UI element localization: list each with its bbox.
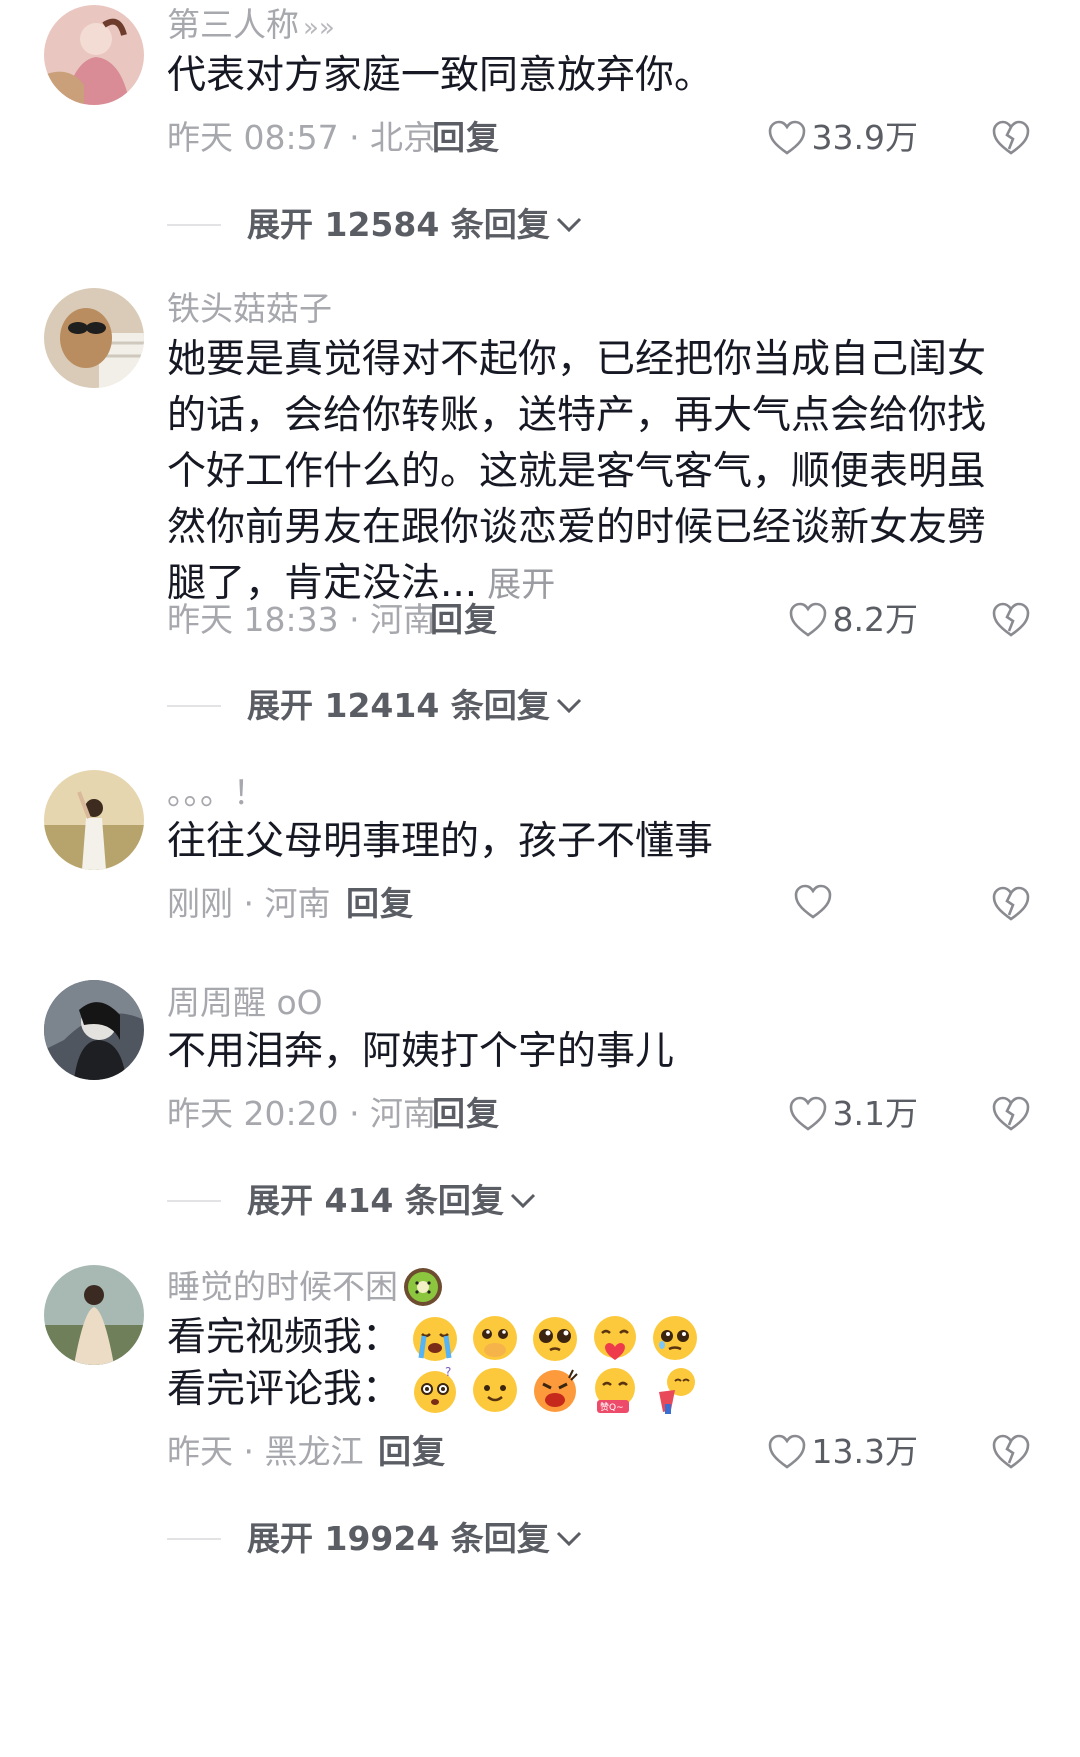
covering-mouth-emoji [469, 1312, 521, 1364]
reply-button[interactable]: 回复 [378, 1432, 446, 1472]
reply-button[interactable]: 回复 [346, 884, 414, 924]
username-text[interactable]: 睡觉的时候不困 [167, 1266, 398, 1308]
heart-outline-icon [789, 1096, 826, 1131]
dislike-button[interactable] [992, 1433, 1030, 1471]
comment-meta: 刚刚 · 河南 [167, 884, 331, 923]
line-label: 看完评论我： [167, 1367, 402, 1412]
like-count: 3.1万 [832, 1094, 918, 1133]
heart-outline-icon [794, 884, 832, 919]
kiwi-emoji [402, 1266, 444, 1308]
like-button[interactable]: 8.2万 [789, 600, 918, 640]
avatar[interactable] [44, 1265, 144, 1365]
emoji-line-2: 看完评论我： ? 赞Q~ [167, 1362, 701, 1418]
expand-replies-label[interactable]: 展开 12584 条回复 [247, 205, 550, 245]
reply-button[interactable]: 回复 [430, 600, 498, 640]
expand-replies-label[interactable]: 展开 12414 条回复 [247, 686, 550, 726]
broken-heart-icon [992, 1434, 1030, 1469]
heart-outline-icon [768, 120, 805, 155]
expand-replies[interactable]: 展开 414 条回复 [167, 1181, 538, 1221]
like-button[interactable]: 13.3万 [768, 1432, 918, 1472]
comment-meta: 昨天 18:33 · 河南 [167, 600, 437, 639]
heart-outline-icon [789, 602, 826, 637]
like-button[interactable] [794, 884, 838, 920]
comment-meta: 昨天 · 黑龙江 [167, 1432, 364, 1471]
teary-emoji [649, 1312, 701, 1364]
reply-button[interactable]: 回复 [432, 118, 500, 158]
username[interactable]: 周周醒 oO [167, 982, 323, 1024]
chevron-down-icon [556, 1531, 581, 1547]
like-button[interactable]: 33.9万 [768, 118, 918, 158]
svg-text:?: ? [445, 1365, 451, 1379]
dislike-button[interactable] [992, 1095, 1030, 1133]
chevron-down-icon [556, 698, 581, 714]
broken-heart-icon [992, 602, 1030, 637]
avatar[interactable] [44, 288, 144, 388]
like-count: 33.9万 [811, 118, 918, 157]
comment-text: 往往父母明事理的，孩子不懂事 [167, 819, 714, 864]
shouting-emoji [529, 1364, 581, 1416]
expand-text-link[interactable]: 展开 [487, 565, 555, 605]
reply-button[interactable]: 回复 [432, 1094, 500, 1134]
dislike-button[interactable] [992, 601, 1030, 639]
chevron-down-icon [556, 217, 581, 233]
broken-heart-icon [992, 886, 1030, 921]
username-suffix: »» [303, 13, 335, 43]
username[interactable]: 第三人称»» [167, 4, 335, 49]
expand-replies[interactable]: 展开 12414 条回复 [167, 686, 584, 726]
divider [167, 705, 221, 707]
comment-meta: 昨天 20:20 · 河南 [167, 1094, 437, 1133]
username[interactable]: 睡觉的时候不困 [167, 1266, 444, 1308]
smile-emoji [469, 1364, 521, 1416]
line-label: 看完视频我： [167, 1315, 402, 1360]
heart-outline-icon [768, 1434, 805, 1469]
expand-replies[interactable]: 展开 19924 条回复 [167, 1519, 584, 1559]
divider [167, 1200, 221, 1202]
avatar[interactable] [44, 980, 144, 1080]
like-count: 13.3万 [811, 1432, 918, 1471]
divider [167, 1538, 221, 1540]
dislike-button[interactable] [992, 119, 1030, 157]
hug-emoji [649, 1364, 701, 1416]
comment-text-content: 她要是真觉得对不起你，已经把你当成自己闺女的话，会给你转账，送特产，再大气点会给… [167, 337, 987, 606]
comment-text: 她要是真觉得对不起你，已经把你当成自己闺女的话，会给你转账，送特产，再大气点会给… [167, 332, 1017, 613]
broken-heart-icon [992, 120, 1030, 155]
comment-meta: 昨天 08:57 · 北京 [167, 118, 437, 157]
avatar[interactable] [44, 5, 144, 105]
emoji-line-1: 看完视频我： [167, 1310, 701, 1366]
chevron-down-icon [510, 1193, 535, 1209]
username-text[interactable]: 第三人称 [167, 5, 299, 44]
pleading-emoji [529, 1312, 581, 1364]
comment-text: 不用泪奔，阿姨打个字的事儿 [167, 1029, 675, 1074]
dislike-button[interactable] [992, 885, 1030, 923]
svg-text:赞Q~: 赞Q~ [600, 1401, 624, 1413]
crying-emoji [409, 1312, 461, 1364]
username[interactable]: 。。。！ [167, 772, 266, 814]
username[interactable]: 铁头菇菇子 [167, 288, 332, 330]
avatar[interactable] [44, 770, 144, 870]
like-count: 8.2万 [832, 600, 918, 639]
broken-heart-icon [992, 1096, 1030, 1131]
like-button[interactable]: 3.1万 [789, 1094, 918, 1134]
comment-text: 代表对方家庭一致同意放弃你。 [167, 53, 714, 98]
heart-hug-emoji [589, 1312, 641, 1364]
expand-replies[interactable]: 展开 12584 条回复 [167, 205, 584, 245]
divider [167, 224, 221, 226]
zan-q-emoji: 赞Q~ [589, 1364, 641, 1416]
dizzy-emoji: ? [409, 1364, 461, 1416]
expand-replies-label[interactable]: 展开 19924 条回复 [247, 1519, 550, 1559]
expand-replies-label[interactable]: 展开 414 条回复 [247, 1181, 504, 1221]
